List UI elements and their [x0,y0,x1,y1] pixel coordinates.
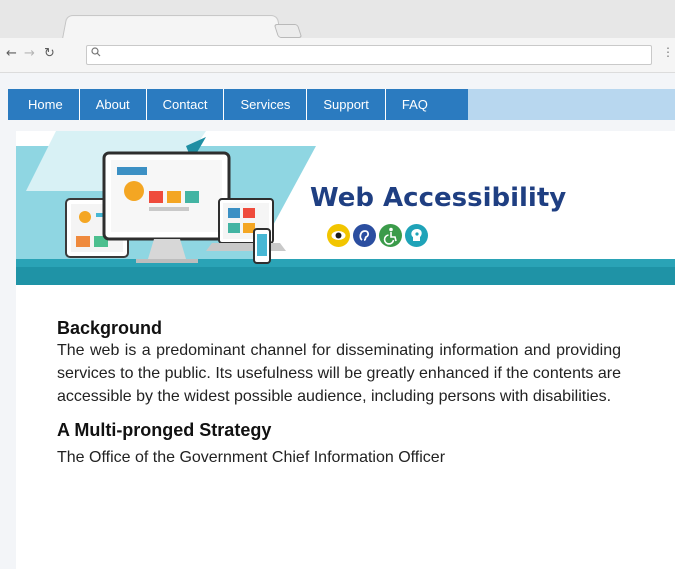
main-content: Web Accessibility Background The web is … [16,131,675,569]
reload-icon[interactable]: ↻ [44,46,55,62]
nav-services[interactable]: Services [224,89,308,120]
accessibility-icons [327,224,428,247]
web-page: Home About Contact Services Support FAQ [0,73,675,569]
section-heading-background: Background [57,318,163,338]
cognitive-icon [405,224,428,247]
main-navigation: Home About Contact Services Support FAQ [8,89,675,120]
hero-banner: Web Accessibility [16,131,675,285]
hearing-icon [353,224,376,247]
nav-links: Home About Contact Services Support FAQ [8,89,468,120]
arrow-right-icon[interactable]: → [24,46,35,62]
more-vertical-icon[interactable]: ⋮ [662,45,674,59]
wheelchair-icon [379,224,402,247]
search-icon [91,47,101,60]
strategy-paragraph: The Office of the Government Chief Infor… [57,449,446,466]
new-tab-button[interactable] [273,24,303,38]
article: Background The web is a predominant chan… [57,317,621,469]
nav-support[interactable]: Support [307,89,386,120]
background-paragraph: The web is a predominant channel for dis… [57,342,621,405]
address-bar[interactable] [86,45,652,65]
browser-window: ← → ↻ ⋮ Home About Contact Services Supp… [0,0,675,569]
nav-contact[interactable]: Contact [147,89,225,120]
tab-strip [0,0,675,39]
browser-tab[interactable] [62,15,282,39]
banner-title: Web Accessibility [310,183,567,213]
nav-home[interactable]: Home [8,89,80,120]
section-heading-strategy: A Multi-pronged Strategy [57,420,272,440]
browser-toolbar: ← → ↻ ⋮ [0,38,675,73]
arrow-left-icon[interactable]: ← [6,46,17,62]
eye-icon [327,224,350,247]
nav-about[interactable]: About [80,89,147,120]
nav-faq[interactable]: FAQ [386,89,468,120]
